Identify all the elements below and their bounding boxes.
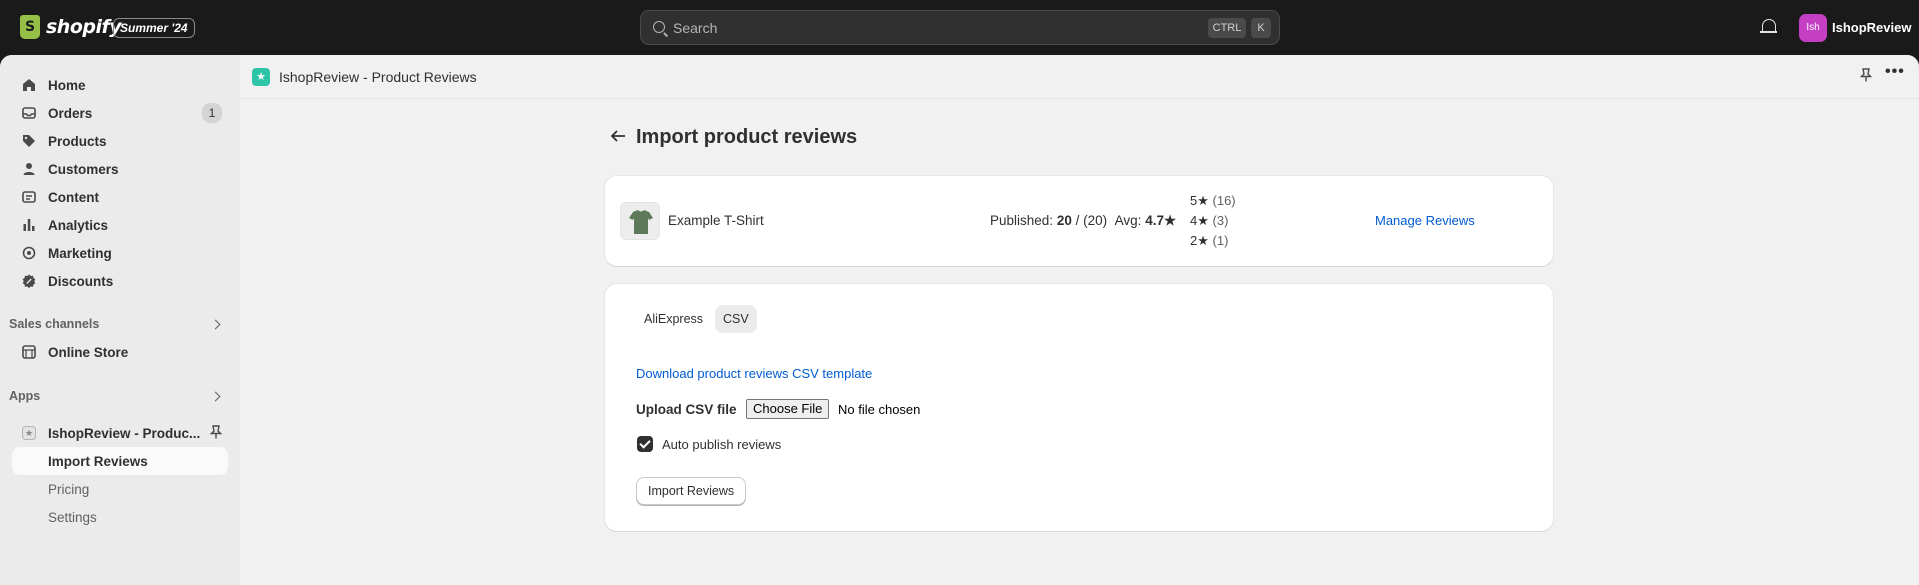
inbox-icon xyxy=(22,106,36,120)
shortcut-k-key: K xyxy=(1251,18,1271,38)
rating-breakdown-row: 5★ (16) xyxy=(1190,193,1236,209)
search-input[interactable]: Search xyxy=(673,20,717,36)
import-reviews-button[interactable]: Import Reviews xyxy=(636,477,747,505)
home-icon xyxy=(22,78,36,92)
store-name[interactable]: IshopReview xyxy=(1832,20,1911,35)
shortcut-ctrl-key: CTRL xyxy=(1208,18,1246,38)
sidebar-subitem-label: Import Reviews xyxy=(48,454,148,469)
product-thumbnail xyxy=(620,202,660,240)
rating-stars: 5★ xyxy=(1190,193,1209,208)
sidebar-item-label: Discounts xyxy=(48,273,114,289)
upload-csv-label: Upload CSV file xyxy=(636,402,737,417)
sidebar-subitem-pricing[interactable]: Pricing xyxy=(12,475,228,503)
shopify-bag-icon xyxy=(20,15,40,39)
search-icon xyxy=(653,21,665,33)
rating-count: (3) xyxy=(1212,213,1229,228)
sidebar: Home Orders 1 Products Customers Content… xyxy=(0,55,240,585)
target-icon xyxy=(22,246,36,260)
sidebar-item-label: Customers xyxy=(48,161,119,177)
published-summary: Published: 20 / (20) Avg: 4.7★ xyxy=(990,213,1176,229)
sidebar-item-orders[interactable]: Orders 1 xyxy=(12,99,228,127)
file-status: No file chosen xyxy=(838,402,921,417)
edition-badge[interactable]: Summer '24 xyxy=(113,18,195,38)
published-total: / (20) xyxy=(1075,213,1108,228)
sidebar-item-label: Orders xyxy=(48,105,93,121)
content-icon xyxy=(22,190,36,204)
sidebar-item-content[interactable]: Content xyxy=(12,183,228,211)
sidebar-subitem-label: Pricing xyxy=(48,482,90,497)
brand-name: shopify xyxy=(46,16,122,38)
product-name: Example T-Shirt xyxy=(668,213,764,228)
auto-publish-label[interactable]: Auto publish reviews xyxy=(662,437,781,452)
store-icon xyxy=(22,345,36,359)
admin-frame: Home Orders 1 Products Customers Content… xyxy=(0,55,1919,585)
sidebar-item-label: IshopReview - Produc... xyxy=(48,425,201,441)
app-logo-icon: ★ xyxy=(252,68,270,86)
sidebar-item-customers[interactable]: Customers xyxy=(12,155,228,183)
sidebar-item-home[interactable]: Home xyxy=(12,71,228,99)
app-icon xyxy=(22,426,36,440)
pin-icon[interactable] xyxy=(209,425,223,442)
sidebar-item-online-store[interactable]: Online Store xyxy=(12,338,228,366)
orders-count-badge: 1 xyxy=(202,103,222,123)
bell-icon[interactable] xyxy=(1760,19,1777,33)
sidebar-subitem-settings[interactable]: Settings xyxy=(12,503,228,531)
avatar[interactable]: Ish xyxy=(1799,14,1827,42)
published-count: 20 xyxy=(1056,213,1072,228)
back-arrow-icon[interactable] xyxy=(610,127,626,148)
chevron-right-icon[interactable] xyxy=(210,319,221,330)
sidebar-subitem-import-reviews[interactable]: Import Reviews xyxy=(12,447,228,475)
sidebar-item-label: Online Store xyxy=(48,344,129,360)
sidebar-item-discounts[interactable]: Discounts xyxy=(12,267,228,295)
sidebar-item-label: Marketing xyxy=(48,245,112,261)
tab-csv[interactable]: CSV xyxy=(715,305,757,333)
tag-icon xyxy=(22,134,36,148)
sidebar-item-label: Analytics xyxy=(48,217,109,233)
sidebar-subitem-label: Settings xyxy=(48,510,97,525)
person-icon xyxy=(22,162,36,176)
search-bar[interactable]: Search CTRL K xyxy=(640,10,1280,45)
top-bar: shopify Summer '24 Search CTRL K Ish Ish… xyxy=(0,0,1919,55)
sidebar-item-label: Home xyxy=(48,77,86,93)
rating-count: (1) xyxy=(1212,233,1229,248)
discount-icon xyxy=(22,274,36,288)
app-title-bar: ★ IshopReview - Product Reviews ••• xyxy=(240,55,1919,99)
download-csv-template-link[interactable]: Download product reviews CSV template xyxy=(636,366,872,381)
rating-breakdown-row: 4★ (3) xyxy=(1190,213,1228,229)
import-card: AliExpress CSV Download product reviews … xyxy=(605,284,1553,531)
app-title: IshopReview - Product Reviews xyxy=(279,69,477,85)
sales-channels-heading[interactable]: Sales channels xyxy=(9,317,99,331)
sidebar-item-label: Content xyxy=(48,189,99,205)
more-options-icon[interactable]: ••• xyxy=(1885,63,1905,81)
sidebar-item-app[interactable]: IshopReview - Produc... xyxy=(12,419,228,447)
tab-aliexpress[interactable]: AliExpress xyxy=(636,305,711,333)
shopify-logo[interactable]: shopify xyxy=(20,15,122,39)
sidebar-item-products[interactable]: Products xyxy=(12,127,228,155)
published-label: Published: xyxy=(990,213,1054,228)
rating-breakdown-row: 2★ (1) xyxy=(1190,233,1228,249)
main-content: ★ IshopReview - Product Reviews ••• Impo… xyxy=(240,55,1919,585)
rating-stars: 4★ xyxy=(1190,213,1209,228)
product-summary-card: Example T-Shirt Published: 20 / (20) Avg… xyxy=(605,176,1553,266)
apps-heading[interactable]: Apps xyxy=(9,389,40,403)
auto-publish-checkbox[interactable] xyxy=(637,436,653,452)
pin-icon[interactable] xyxy=(1859,68,1873,85)
rating-count: (16) xyxy=(1212,193,1236,208)
manage-reviews-link[interactable]: Manage Reviews xyxy=(1375,213,1475,228)
avg-rating: 4.7★ xyxy=(1145,213,1177,228)
sidebar-item-label: Products xyxy=(48,133,107,149)
rating-stars: 2★ xyxy=(1190,233,1209,248)
sidebar-item-analytics[interactable]: Analytics xyxy=(12,211,228,239)
sidebar-item-marketing[interactable]: Marketing xyxy=(12,239,228,267)
bar-chart-icon xyxy=(22,218,36,232)
chevron-right-icon[interactable] xyxy=(210,391,221,402)
choose-file-button[interactable]: Choose File xyxy=(746,399,830,419)
page-title: Import product reviews xyxy=(636,126,858,148)
avg-label: Avg: xyxy=(1114,213,1142,228)
